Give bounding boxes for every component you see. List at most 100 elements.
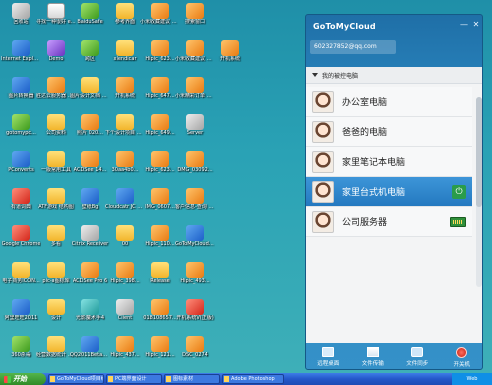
device-item[interactable]: 爸爸的电脑 bbox=[306, 117, 472, 147]
desktop-icon[interactable]: Hipic_493... bbox=[175, 261, 215, 297]
desktop-icon-label: 客户信息-查询 2000... bbox=[175, 204, 215, 210]
close-button[interactable]: ✕ bbox=[471, 20, 481, 30]
minimize-button[interactable]: — bbox=[459, 20, 469, 30]
device-item[interactable]: 家里台式机电脑 ⏻ bbox=[306, 177, 472, 207]
taskbar-button[interactable]: PC端界面设计 bbox=[106, 374, 162, 384]
desktop-icon[interactable]: Hipic_398... bbox=[105, 261, 145, 297]
desktop-icon[interactable]: 跨区 bbox=[70, 39, 110, 75]
desktop-icon[interactable]: ACDSee Pro 6 bbox=[70, 261, 110, 297]
desktop-icon-label: 小米收藏建议 人项目 bbox=[140, 19, 180, 25]
desktop-icon[interactable]: 开机系统 bbox=[210, 39, 250, 75]
desktop-icon[interactable]: 壁纸Bg bbox=[70, 187, 110, 223]
desktop-icon[interactable]: Hipic_437... bbox=[105, 335, 145, 371]
desktop-icon[interactable]: DMG_03092... bbox=[175, 150, 215, 186]
desktop-icon[interactable]: gotomypc... bbox=[1, 113, 41, 149]
desktop-icon[interactable]: Server bbox=[175, 113, 215, 149]
desktop-icon[interactable]: GoToMyCloud 主控端 bbox=[175, 224, 215, 260]
system-tray[interactable]: Web bbox=[452, 373, 492, 385]
desktop: 回收站寻找一种很好 eee9500修复BaiduSafe参考界面小米收藏建议 人… bbox=[0, 0, 304, 373]
scroll-thumb[interactable] bbox=[476, 97, 482, 207]
desktop-icon[interactable]: DSC_0274 bbox=[175, 335, 215, 371]
desktop-icon[interactable]: 电子商务ICON... bbox=[1, 261, 41, 297]
desktop-icon[interactable]: 有道词典 bbox=[1, 187, 41, 223]
file-transfer-icon bbox=[366, 347, 379, 357]
desktop-icon[interactable]: 搜索窗口 bbox=[175, 2, 215, 38]
desktop-icon[interactable]: 下个设计项目 你可以联系 bbox=[105, 113, 145, 149]
desktop-icon[interactable]: 30aa4b0... bbox=[105, 150, 145, 186]
desktop-icon[interactable]: xlendicar bbox=[105, 39, 145, 75]
desktop-icon[interactable]: Hipic_623... bbox=[140, 150, 180, 186]
desktop-icon[interactable]: 照片 020... bbox=[70, 113, 110, 149]
desktop-icon[interactable]: Hipic_623... bbox=[140, 39, 180, 75]
app-icon bbox=[186, 225, 204, 241]
desktop-icon[interactable]: 阿里旺旺2011 bbox=[1, 298, 41, 334]
device-item[interactable]: 公司服务器 bbox=[306, 207, 472, 237]
device-group-header[interactable]: 我的被控电脑 bbox=[306, 67, 482, 84]
folder-icon bbox=[116, 40, 134, 56]
folder-icon bbox=[47, 262, 65, 278]
desktop-icon[interactable]: Release bbox=[140, 261, 180, 297]
remote-desktop-icon bbox=[322, 347, 335, 357]
desktop-icon[interactable]: Google Chrome bbox=[1, 224, 41, 260]
remote-desktop-button[interactable]: 远程桌面 bbox=[306, 343, 351, 369]
desktop-icon[interactable]: 参考界面 bbox=[105, 2, 145, 38]
desktop-icon[interactable]: 客户信息-查询 2000... bbox=[175, 187, 215, 223]
device-name: 公司服务器 bbox=[342, 218, 388, 228]
app-icon bbox=[151, 3, 169, 19]
desktop-icon[interactable]: 开机系统V(正版) bbox=[175, 298, 215, 334]
desktop-icon[interactable]: 回收站 bbox=[1, 2, 41, 38]
app-icon bbox=[116, 188, 134, 204]
desktop-icon[interactable]: Client bbox=[105, 298, 145, 334]
title-bar[interactable]: GoToMyCloud bbox=[306, 15, 482, 37]
desktop-icon[interactable]: Hipic_647... bbox=[140, 76, 180, 112]
desktop-icon[interactable]: 小米收藏建议 人项目 bbox=[140, 2, 180, 38]
app-icon bbox=[116, 299, 134, 315]
desktop-icon[interactable]: Hipic_649... bbox=[140, 113, 180, 149]
power-button[interactable]: 开关机 bbox=[440, 343, 483, 369]
desktop-icon[interactable]: Hipic_121... bbox=[140, 335, 180, 371]
desktop-icon-label: 00 bbox=[121, 241, 129, 247]
collapse-arrow-icon[interactable] bbox=[312, 73, 318, 77]
desktop-icon[interactable]: 光影魔术手4 bbox=[70, 298, 110, 334]
scrollbar[interactable] bbox=[476, 97, 482, 287]
desktop-icon[interactable]: Hipic_110... bbox=[140, 224, 180, 260]
device-item[interactable]: 办公室电脑 bbox=[306, 87, 472, 117]
desktop-icon[interactable]: IMG_0607... bbox=[140, 187, 180, 223]
desktop-icon[interactable]: Internet Explorer bbox=[1, 39, 41, 75]
desktop-icon[interactable]: 360杀毒 bbox=[1, 335, 41, 371]
taskbar-button[interactable]: Adobe Photoshop bbox=[222, 374, 284, 384]
task-area: GoToMyCloud项目组 PC端界面设计 图标素材 Adobe Photoshop bbox=[46, 374, 284, 384]
chrome-icon bbox=[12, 225, 30, 241]
desktop-icon[interactable]: 图片转换器 bbox=[1, 76, 41, 112]
power-on-icon[interactable]: ⏻ bbox=[452, 185, 466, 199]
file-sync-button[interactable]: 文件同步 bbox=[395, 343, 440, 369]
app-icon bbox=[186, 114, 204, 130]
start-button[interactable]: 开始 bbox=[0, 373, 46, 385]
desktop-icon[interactable]: ACDSee 14... bbox=[70, 150, 110, 186]
account-label: 602327852@qq.com bbox=[310, 40, 396, 54]
desktop-icon-label: Google Chrome bbox=[1, 241, 41, 247]
desktop-icon[interactable]: QQ2011Beta2 开发版本 bbox=[70, 335, 110, 371]
desktop-icon-label: 照片 020... bbox=[77, 130, 103, 136]
device-item[interactable]: 家里笔记本电脑 bbox=[306, 147, 472, 177]
folder-icon bbox=[116, 225, 134, 241]
desktop-icon[interactable]: PConverts bbox=[1, 150, 41, 186]
taskbar-button[interactable]: 图标素材 bbox=[164, 374, 220, 384]
app-icon bbox=[221, 40, 239, 56]
desktop-icon[interactable]: 开机系统 bbox=[105, 76, 145, 112]
desktop-icon-label: 开机系统 bbox=[219, 56, 240, 62]
desktop-icon[interactable]: 图片设计文档 宣传资料 bbox=[70, 76, 110, 112]
desktop-icon[interactable]: Cloudcatr JC 说明文档 bbox=[105, 187, 145, 223]
desktop-icon[interactable]: BaiduSafe bbox=[70, 2, 110, 38]
desktop-icon-label: 电子商务ICON... bbox=[2, 278, 40, 284]
app-icon bbox=[12, 188, 30, 204]
desktop-icon[interactable]: Citrix Receiver bbox=[70, 224, 110, 260]
image-icon bbox=[116, 262, 134, 278]
desktop-icon[interactable]: 小米收藏建议 界面优化 bbox=[175, 39, 215, 75]
taskbar-button[interactable]: GoToMyCloud项目组 bbox=[48, 374, 104, 384]
desktop-icon[interactable]: 00 bbox=[105, 224, 145, 260]
desktop-icon[interactable]: 小米精彩订单 国际收获 bbox=[175, 76, 215, 112]
desktop-icon[interactable]: 018108657... bbox=[140, 298, 180, 334]
file-transfer-button[interactable]: 文件传输 bbox=[351, 343, 396, 369]
desktop-icon-label: ACDSee 14... bbox=[73, 167, 107, 173]
